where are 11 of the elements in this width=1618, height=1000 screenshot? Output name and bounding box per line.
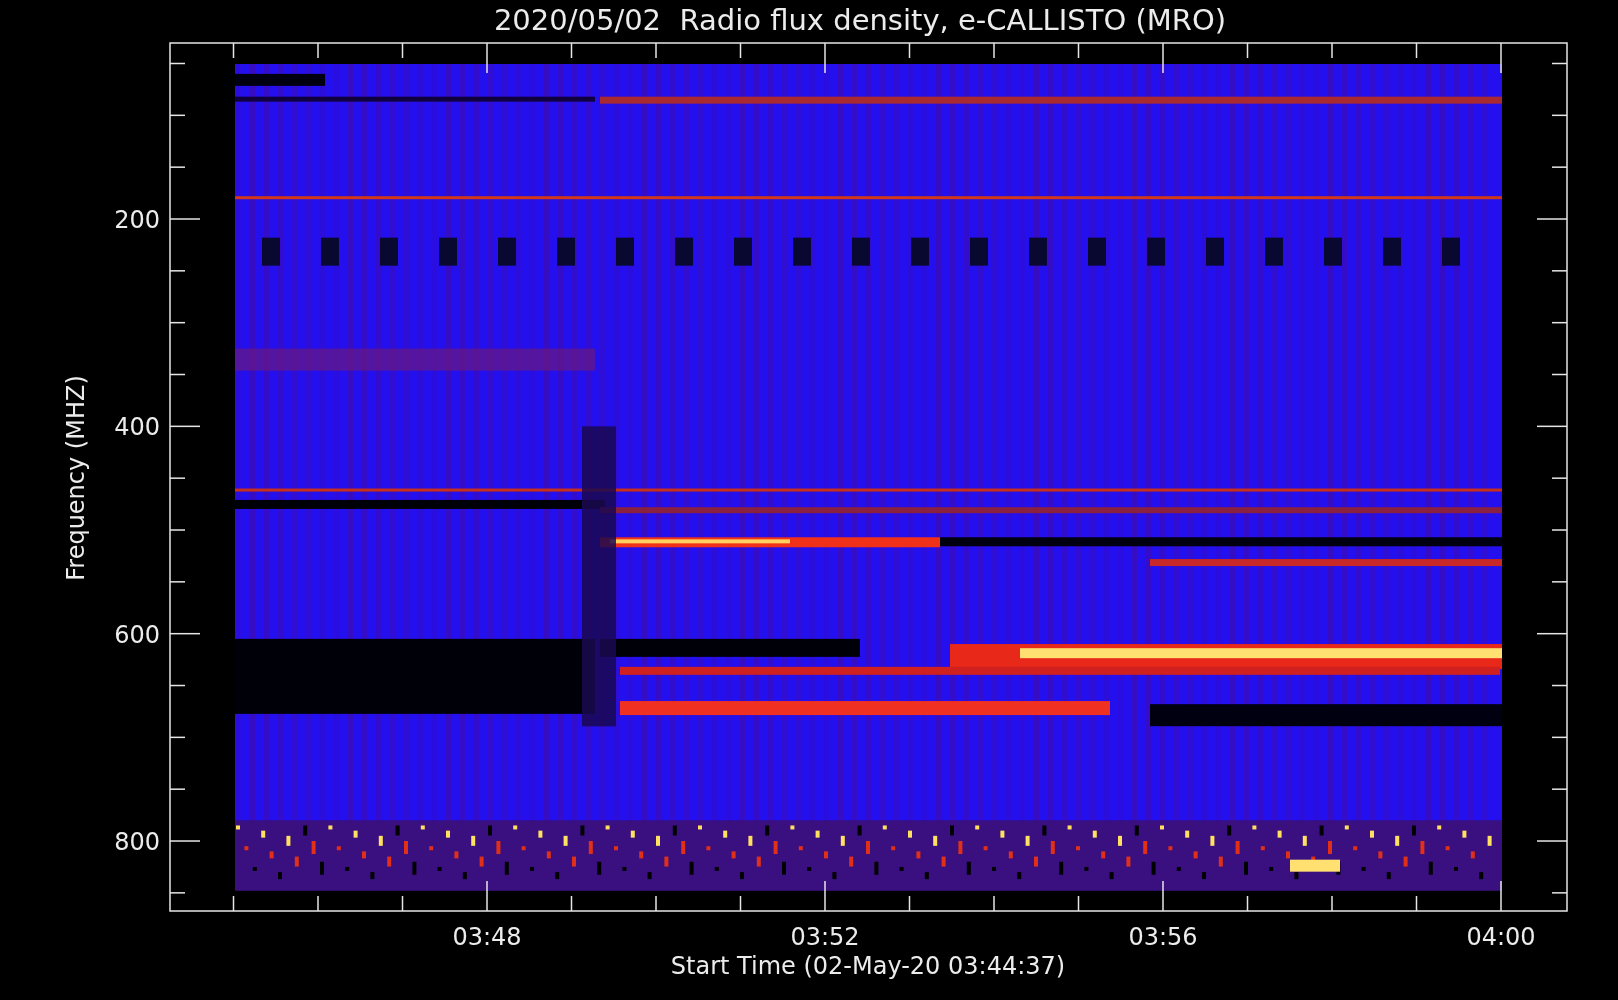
- axis-label: Start Time (02-May-20 03:44:37): [670, 952, 1066, 980]
- axis-tick-label: 04:00: [1466, 923, 1536, 951]
- axis-label: Frequency (MHZ): [62, 375, 90, 581]
- axis-tick-label: 800: [114, 828, 160, 856]
- chart-title: 2020/05/02 Radio flux density, e-CALLISTO (MRO): [493, 3, 1227, 37]
- axis-tick-label: 600: [114, 620, 160, 649]
- axis-tick-label: 200: [114, 206, 160, 234]
- axis-tick-label: 03:48: [452, 923, 522, 951]
- axis-tick-label: 03:52: [790, 923, 860, 951]
- axis-tick-label: 03:56: [1128, 923, 1198, 951]
- axis-tick-label: 400: [114, 413, 160, 442]
